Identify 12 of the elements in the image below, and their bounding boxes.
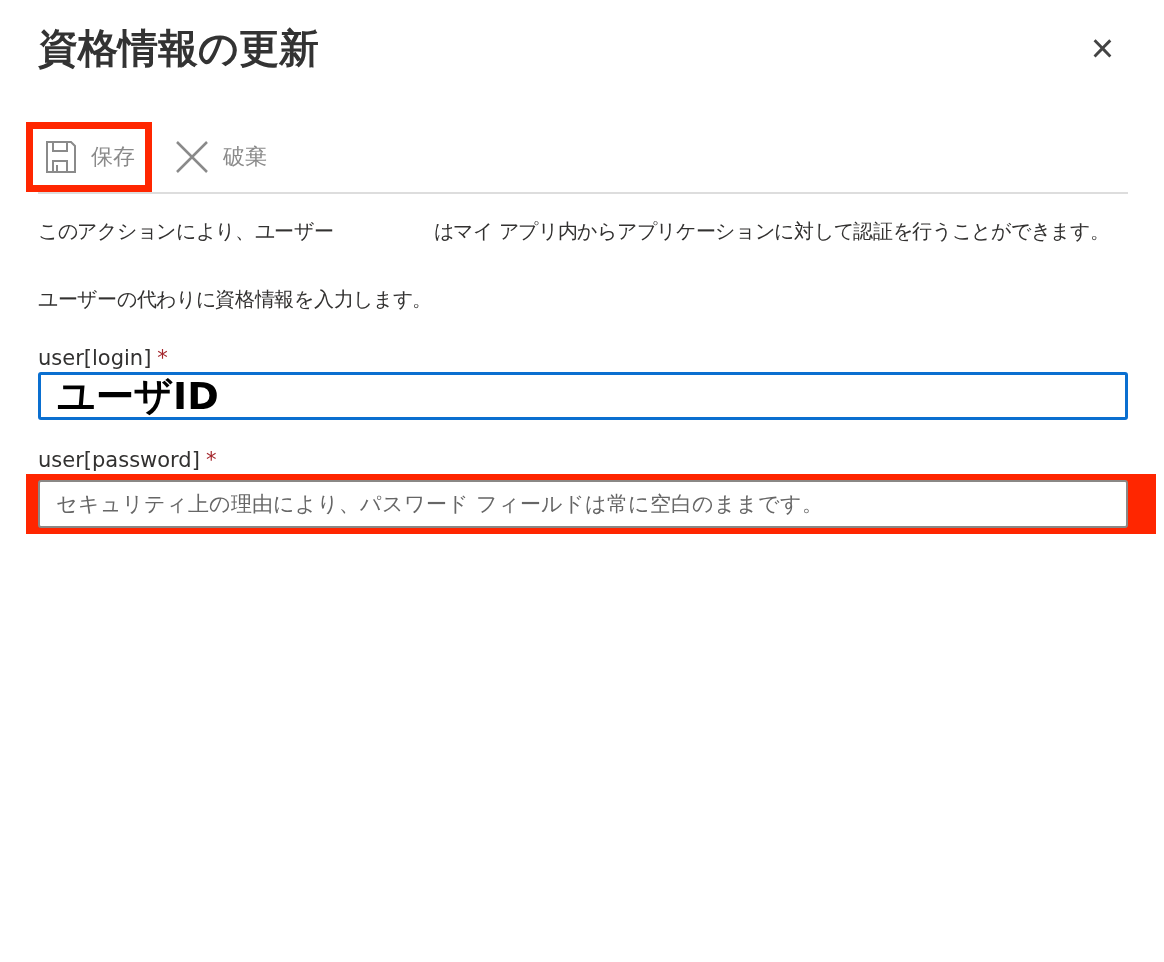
field-label: user[login] *	[38, 346, 169, 370]
dialog-title: 資格情報の更新	[38, 24, 319, 73]
input-field[interactable]: ユーザID	[38, 372, 1128, 420]
required-mark: *	[205, 448, 217, 472]
input-field[interactable]: セキュリティ上の理由により、パスワード フィールドは常に空白のままです。	[38, 480, 1128, 528]
close-button[interactable]: ×	[1090, 28, 1114, 68]
close-icon	[175, 140, 209, 174]
description-text: このアクションにより、ユーザー はマイ アプリ内からアプリケーションに対して認証を行うことができます。	[38, 218, 1111, 245]
field-label: user[password] *	[38, 448, 218, 472]
instruction-text: ユーザーの代わりに資格情報を入力します。	[38, 286, 433, 313]
save-icon	[45, 140, 77, 174]
required-mark: *	[157, 346, 168, 370]
